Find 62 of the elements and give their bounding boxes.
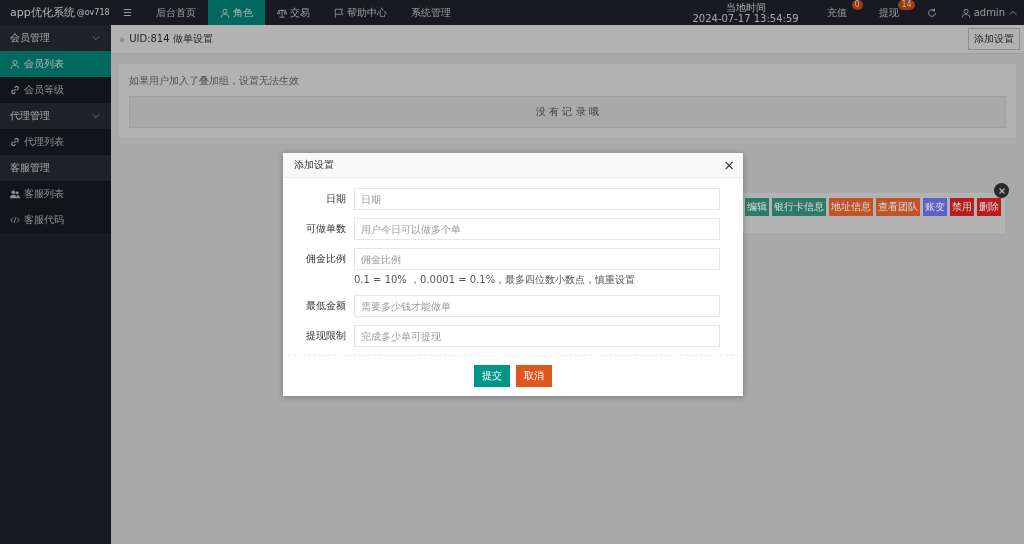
sidebar-item[interactable]: 会员列表 (0, 51, 111, 77)
input-field[interactable]: 完成多少单可提现 (354, 325, 720, 347)
user-icon (960, 7, 971, 18)
clock-label: 当地时间 (725, 1, 766, 13)
action-button[interactable]: 编辑 (745, 198, 769, 216)
action-button[interactable]: 查看团队 (876, 198, 920, 216)
flag-icon (333, 7, 344, 18)
field-label: 佣金比例 (305, 252, 347, 266)
add-settings-button[interactable]: 添加设置 (968, 28, 1020, 50)
close-button[interactable] (994, 183, 1009, 198)
users-icon (10, 189, 20, 199)
user-icon (219, 7, 230, 18)
menu-toggle[interactable]: ☰ (111, 0, 144, 25)
field-label: 日期 (325, 192, 347, 206)
counter-link[interactable]: 提现 14 (862, 0, 915, 25)
link-icon (10, 137, 20, 147)
close-button[interactable]: × (723, 159, 735, 171)
input-field[interactable]: 日期 (354, 188, 720, 210)
sidebar-item[interactable]: 客服代码 (0, 207, 111, 233)
count-badge: 14 (898, 0, 915, 10)
user-menu[interactable]: admin (948, 0, 1024, 25)
sidebar-item[interactable]: 客服管理 (0, 155, 111, 181)
link-icon (10, 85, 20, 95)
notice-text: 如果用户加入了叠加组，设置无法生效 (129, 74, 300, 88)
close-icon (996, 185, 1007, 196)
input-field[interactable]: 需要多少钱才能做单 (354, 295, 720, 317)
action-button[interactable]: 删除 (977, 198, 1001, 216)
action-button[interactable]: 银行卡信息 (772, 198, 826, 216)
sidebar-item[interactable]: 代理管理 (0, 103, 111, 129)
counter-link[interactable]: 充值 0 (810, 0, 863, 25)
submit-button[interactable]: 提交 (474, 365, 510, 387)
field-label: 提现限制 (305, 329, 347, 343)
input-field[interactable]: 佣金比例 (354, 248, 720, 270)
nav-tab[interactable]: 后台首页 (143, 0, 208, 25)
action-button[interactable]: 禁用 (950, 198, 974, 216)
sidebar-item[interactable]: 代理列表 (0, 129, 111, 155)
nav-tab[interactable]: 帮助中心 (321, 0, 399, 25)
scale-icon (276, 7, 287, 18)
nav-tab[interactable]: 系统管理 (398, 0, 463, 25)
cancel-button[interactable]: 取消 (516, 365, 552, 387)
sidebar-item[interactable]: 客服列表 (0, 181, 111, 207)
code-icon (10, 215, 20, 225)
user-icon (10, 59, 20, 69)
clock-time: 2024-07-17 13:54:59 (692, 12, 799, 24)
field-label: 最低金额 (305, 299, 347, 313)
logo-text: app优化系统 (10, 5, 75, 20)
breadcrumb-separator: » (119, 33, 126, 45)
action-button[interactable]: 账变 (923, 198, 947, 216)
sidebar-item[interactable]: 会员管理 (0, 25, 111, 51)
breadcrumb: UID:814 做单设置 (129, 32, 213, 46)
empty-message: 没 有 记 录 哦 (129, 96, 1006, 128)
field-label: 可做单数 (305, 222, 347, 236)
input-field[interactable]: 用户今日可以做多个单 (354, 218, 720, 240)
sidebar-item[interactable]: 会员等级 (0, 77, 111, 103)
logo-tag: @ov718 (76, 8, 110, 17)
dialog-title: 添加设置 (294, 158, 334, 172)
nav-tab[interactable]: 角色 (207, 0, 265, 25)
nav-tab[interactable]: 交易 (264, 0, 322, 25)
refresh-icon (926, 7, 937, 18)
count-badge: 0 (851, 0, 863, 10)
field-hint: 0.1 = 10% ，0.0001 = 0.1%，最多四位数小数点，慎重设置 (354, 273, 637, 287)
action-button[interactable]: 地址信息 (829, 198, 873, 216)
